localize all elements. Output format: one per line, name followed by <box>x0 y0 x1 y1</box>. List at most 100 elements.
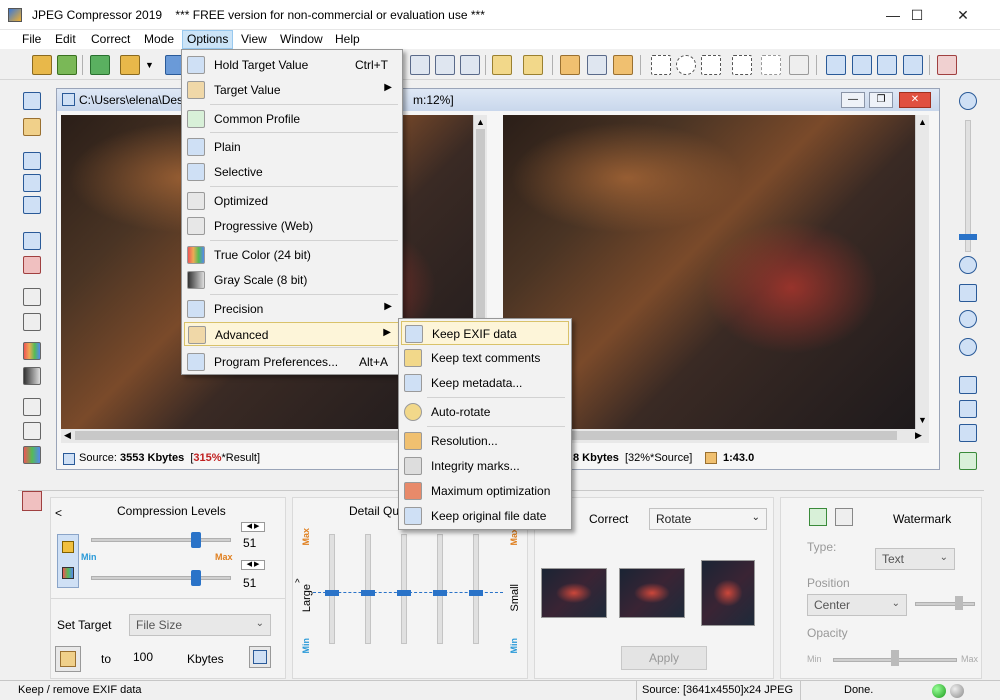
position-slider[interactable] <box>915 602 975 606</box>
doc-close-button[interactable]: ✕ <box>899 92 931 108</box>
menu-item-program-preferences[interactable]: Program Preferences... Alt+A <box>184 350 400 374</box>
zoom-icon[interactable] <box>23 92 41 110</box>
hand-icon[interactable] <box>560 55 580 75</box>
detail-slider-2[interactable] <box>365 534 371 644</box>
detail-slider-5-thumb[interactable] <box>469 590 483 596</box>
view-zoom-icon[interactable] <box>23 196 41 214</box>
doc-restore-button[interactable]: ❐ <box>869 92 893 108</box>
grid-icon[interactable] <box>23 288 41 306</box>
pan-icon[interactable] <box>613 55 633 75</box>
compression-slider-2-thumb[interactable] <box>191 570 201 586</box>
correct-preview-1[interactable] <box>541 568 607 618</box>
rect-select-icon[interactable] <box>651 55 671 75</box>
opacity-slider-thumb[interactable] <box>891 650 899 666</box>
dropdown-arrow-icon[interactable]: ▼ <box>145 60 154 70</box>
menu-item-maximum-optimization[interactable]: Maximum optimization <box>401 479 569 503</box>
zoom-in-icon[interactable] <box>959 92 977 110</box>
levels-icon[interactable] <box>23 422 41 440</box>
maximize-button[interactable]: ☐ <box>894 0 940 30</box>
view-fit-icon[interactable] <box>23 152 41 170</box>
scroll-thumb[interactable] <box>476 129 485 329</box>
adjust-icon[interactable] <box>435 55 455 75</box>
compression-slider-2[interactable] <box>91 576 231 580</box>
menu-item-auto-rotate[interactable]: Auto-rotate <box>401 400 569 424</box>
watermark-enable-icon[interactable] <box>809 508 827 526</box>
panel-toggle-icon[interactable] <box>22 491 42 511</box>
scroll-right-icon[interactable]: ▶ <box>915 430 922 441</box>
target-type-combo[interactable]: File Size ⌄ <box>129 614 271 636</box>
note-icon[interactable] <box>523 55 543 75</box>
menu-item-keep-original-file-date[interactable]: Keep original file date <box>401 504 569 528</box>
select-all-icon[interactable] <box>732 55 752 75</box>
scroll-up-icon[interactable]: ▲ <box>476 117 485 127</box>
menu-item-common-profile[interactable]: Common Profile <box>184 107 400 131</box>
view-actual-icon[interactable] <box>23 174 41 192</box>
zoom-select-icon[interactable] <box>587 55 607 75</box>
refresh-icon[interactable] <box>90 55 110 75</box>
menu-item-true-color[interactable]: True Color (24 bit) <box>184 243 400 267</box>
spin-1-buttons[interactable]: ◀ ▶ <box>241 522 265 532</box>
detail-slider-4-thumb[interactable] <box>433 590 447 596</box>
spin-2-buttons[interactable]: ◀ ▶ <box>241 560 265 570</box>
channels-icon[interactable] <box>23 446 41 464</box>
layout-list-icon[interactable] <box>903 55 923 75</box>
watermark-position-combo[interactable]: Center ⌄ <box>807 594 907 616</box>
menu-item-resolution[interactable]: Resolution... <box>401 429 569 453</box>
center-icon[interactable] <box>959 338 977 356</box>
invert-select-icon[interactable] <box>789 55 809 75</box>
result-vscrollbar[interactable]: ▲ ▼ <box>915 115 929 429</box>
layout-cascade-icon[interactable] <box>826 55 846 75</box>
menu-item-plain[interactable]: Plain <box>184 135 400 159</box>
eye-icon[interactable] <box>460 55 480 75</box>
correct-mode-combo[interactable]: Rotate ⌄ <box>649 508 767 530</box>
watermark-type-combo[interactable]: Text ⌄ <box>875 548 955 570</box>
histogram-icon[interactable] <box>23 398 41 416</box>
lasso-select-icon[interactable] <box>701 55 721 75</box>
menu-options[interactable]: Options <box>182 30 234 49</box>
color-bars-icon[interactable] <box>23 342 41 360</box>
panel-bottom-icon[interactable] <box>959 424 977 442</box>
detail-slider-5[interactable] <box>473 534 479 644</box>
layout-horizontal-icon[interactable] <box>852 55 872 75</box>
split-icon[interactable] <box>23 256 41 274</box>
menu-item-selective[interactable]: Selective <box>184 160 400 184</box>
gray-bars-icon[interactable] <box>23 367 41 385</box>
detail-slider-2-thumb[interactable] <box>361 590 375 596</box>
close-button[interactable]: ✕ <box>940 0 986 30</box>
folder-icon[interactable] <box>120 55 140 75</box>
luma-icon[interactable] <box>62 541 74 553</box>
scroll-thumb[interactable] <box>75 431 415 440</box>
compression-slider-1[interactable] <box>91 538 231 542</box>
detail-slider-3-thumb[interactable] <box>397 590 411 596</box>
detail-slider-1[interactable] <box>329 534 335 644</box>
menu-correct[interactable]: Correct <box>87 30 134 49</box>
zoom-actual-icon[interactable] <box>959 310 977 328</box>
zoom-out-icon[interactable] <box>959 256 977 274</box>
menu-item-optimized[interactable]: Optimized <box>184 189 400 213</box>
crop-icon[interactable] <box>410 55 430 75</box>
sync-icon[interactable] <box>959 452 977 470</box>
zoom-slider-track[interactable] <box>965 120 971 252</box>
watermark-settings-icon[interactable] <box>835 508 853 526</box>
scroll-left-icon[interactable]: ◀ <box>64 430 71 441</box>
channel-selector[interactable] <box>57 534 79 588</box>
menu-item-target-value[interactable]: Target Value ▶ <box>184 78 400 102</box>
menu-item-keep-text-comments[interactable]: Keep text comments <box>401 346 569 370</box>
layout-vertical-icon[interactable] <box>877 55 897 75</box>
grid-small-icon[interactable] <box>23 313 41 331</box>
position-slider-thumb[interactable] <box>955 596 963 610</box>
menu-file[interactable]: File <box>18 30 45 49</box>
fit-window-icon[interactable] <box>959 284 977 302</box>
pin-icon[interactable] <box>937 55 957 75</box>
compression-slider-1-thumb[interactable] <box>191 532 201 548</box>
target-calc-button[interactable] <box>249 646 271 668</box>
compression-value-1[interactable]: 51 <box>243 536 256 550</box>
detail-slider-4[interactable] <box>437 534 443 644</box>
menu-item-advanced[interactable]: Advanced ▶ <box>184 322 400 346</box>
chroma-icon[interactable] <box>62 567 74 579</box>
correct-preview-2[interactable] <box>619 568 685 618</box>
menu-help[interactable]: Help <box>331 30 364 49</box>
menu-edit[interactable]: Edit <box>51 30 80 49</box>
detail-slider-1-thumb[interactable] <box>325 590 339 596</box>
collapse-button[interactable]: < <box>55 506 62 520</box>
